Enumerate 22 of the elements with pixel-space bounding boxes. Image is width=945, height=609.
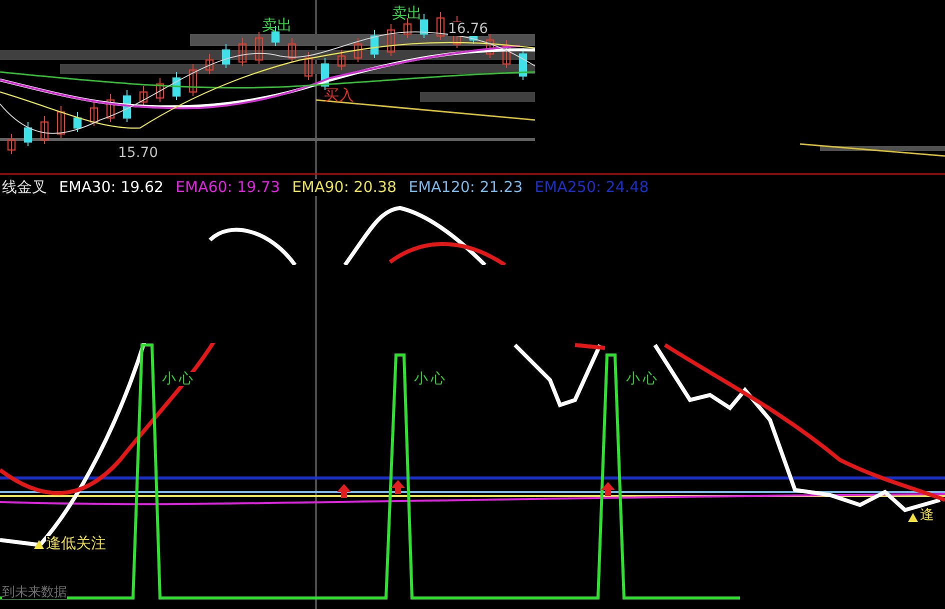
legend-value: EMA30: 19.62: [59, 179, 164, 196]
indicator-title: 线金叉: [2, 179, 47, 196]
warning-label: 小心: [162, 372, 196, 386]
price-label: 16.76: [448, 22, 488, 36]
warning-label: 小心: [626, 372, 660, 386]
triangle-icon: [908, 513, 918, 522]
up-arrow-icon: [337, 484, 351, 498]
legend-value: EMA60: 19.73: [176, 179, 280, 196]
signal-label: 卖出: [262, 18, 292, 33]
signal-label: 买入: [324, 88, 354, 103]
legend-value: EMA90: 20.38: [292, 179, 397, 196]
up-arrow-icon: [391, 480, 405, 494]
price-label: 15.70: [118, 146, 158, 160]
warning-label: 小心: [414, 372, 448, 386]
signal-label: 卖出: [392, 6, 422, 21]
footer-label: 到未来数据: [2, 586, 67, 599]
legend-value: EMA250: 24.48: [534, 179, 649, 196]
signal-label: 逢低关注: [46, 536, 106, 551]
up-arrow-icon: [601, 482, 615, 496]
signal-label: 逢: [920, 508, 934, 522]
legend-value: EMA120: 21.23: [408, 179, 523, 196]
triangle-icon: [34, 540, 44, 549]
